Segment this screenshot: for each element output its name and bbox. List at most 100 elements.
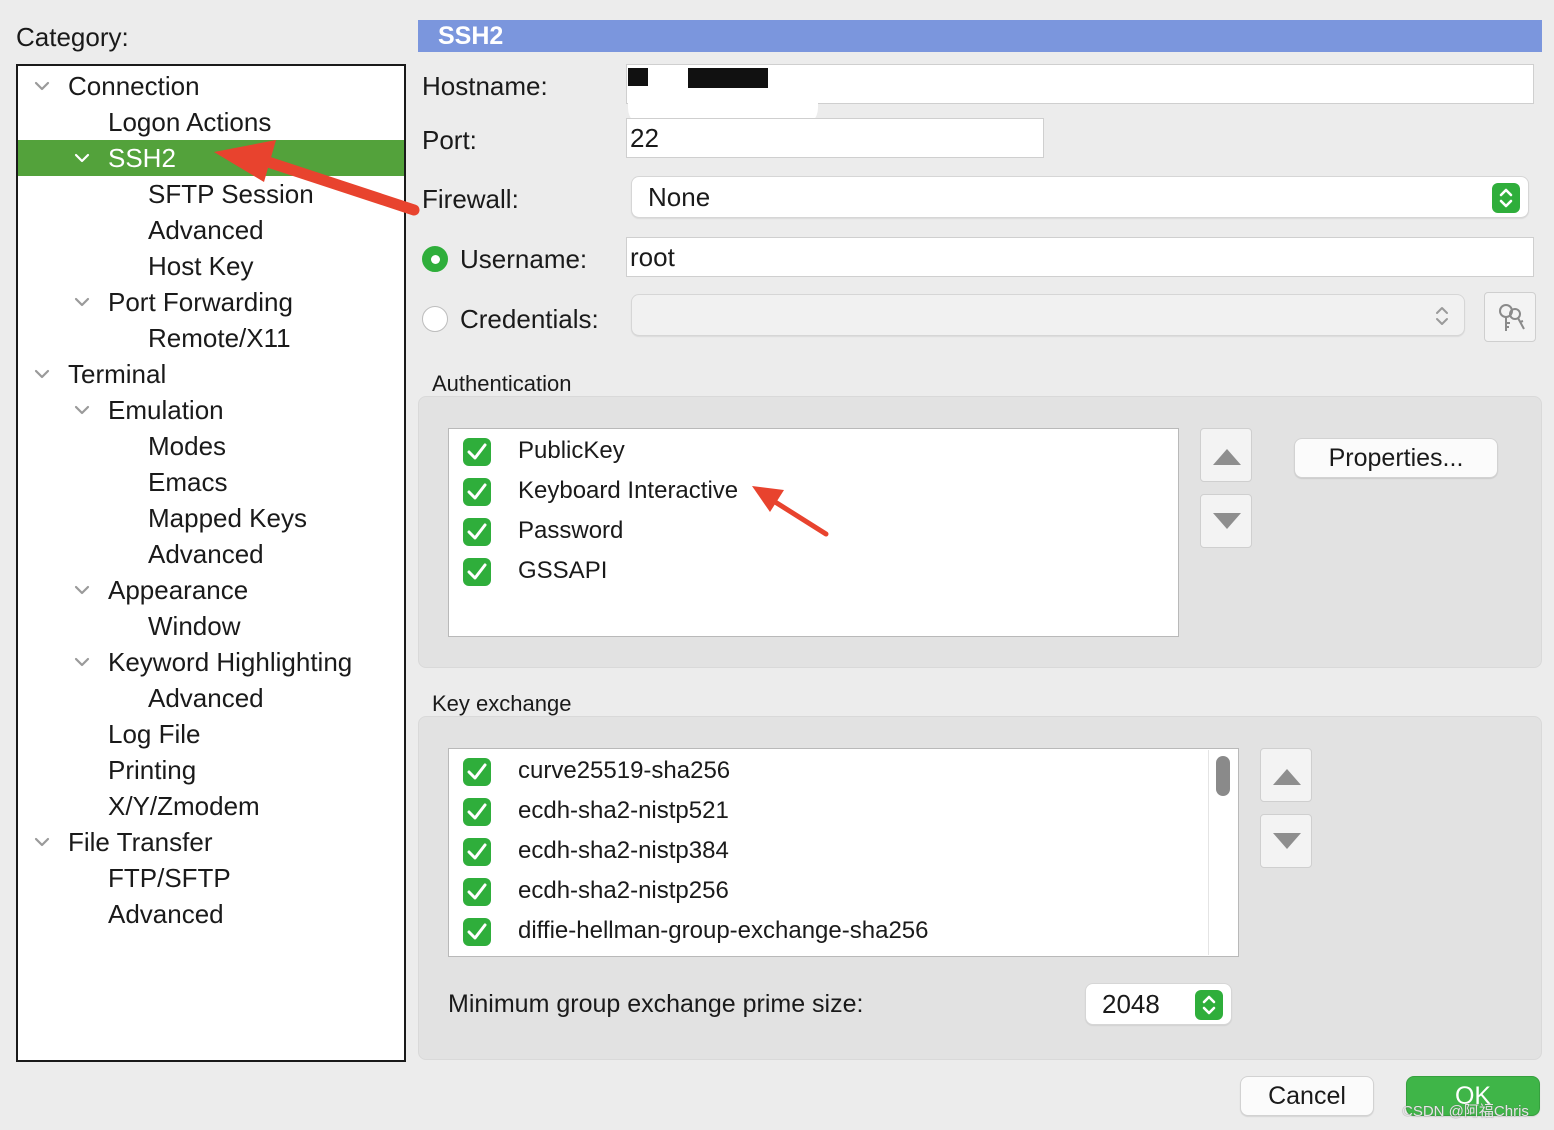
firewall-select[interactable]: None bbox=[631, 176, 1529, 218]
properties-button[interactable]: Properties... bbox=[1294, 438, 1498, 478]
auth-method-label: PublicKey bbox=[518, 437, 625, 464]
chevron-down-icon[interactable] bbox=[72, 140, 92, 176]
sidebar-item-label: Log File bbox=[108, 719, 201, 749]
checkbox[interactable] bbox=[463, 478, 491, 506]
kex-algorithm-label: diffie-hellman-group-exchange-sha256 bbox=[518, 917, 929, 944]
chevron-down-icon[interactable] bbox=[32, 68, 52, 104]
checkbox[interactable] bbox=[463, 518, 491, 546]
credentials-select[interactable] bbox=[631, 294, 1465, 336]
checkbox[interactable] bbox=[463, 838, 491, 866]
firewall-label: Firewall: bbox=[422, 184, 519, 214]
min-prime-value: 2048 bbox=[1102, 989, 1160, 1019]
up-triangle-icon bbox=[1273, 769, 1301, 785]
auth-method-label: Password bbox=[518, 517, 624, 544]
credentials-label: Credentials: bbox=[460, 304, 599, 334]
sidebar-item-label: Window bbox=[148, 611, 241, 641]
sidebar-item-keyword-highlighting[interactable]: Keyword Highlighting bbox=[18, 644, 404, 680]
sidebar-item-emulation[interactable]: Emulation bbox=[18, 392, 404, 428]
sidebar-item-ssh2[interactable]: SSH2 bbox=[18, 140, 404, 176]
sidebar-item-printing[interactable]: Printing bbox=[18, 752, 404, 788]
sidebar-item-sftp-session[interactable]: SFTP Session bbox=[18, 176, 404, 212]
chevron-down-icon[interactable] bbox=[32, 356, 52, 392]
sidebar-item-label: SFTP Session bbox=[148, 179, 314, 209]
sidebar-item-log-file[interactable]: Log File bbox=[18, 716, 404, 752]
sidebar-item-label: Advanced bbox=[108, 899, 224, 929]
sidebar-item-mapped-keys[interactable]: Mapped Keys bbox=[18, 500, 404, 536]
credentials-radio[interactable] bbox=[422, 306, 448, 332]
sidebar-item-label: Keyword Highlighting bbox=[108, 647, 353, 677]
kex-move-down-button[interactable] bbox=[1260, 814, 1312, 868]
sidebar-item-connection[interactable]: Connection bbox=[18, 68, 404, 104]
sidebar-item-advanced[interactable]: Advanced bbox=[18, 896, 404, 932]
sidebar-item-x-y-zmodem[interactable]: X/Y/Zmodem bbox=[18, 788, 404, 824]
sidebar-item-label: Port Forwarding bbox=[108, 287, 293, 317]
chevron-down-icon[interactable] bbox=[72, 644, 92, 680]
authentication-title: Authentication bbox=[432, 371, 572, 396]
category-label: Category: bbox=[16, 22, 129, 52]
panel-title: SSH2 bbox=[418, 20, 1542, 52]
sidebar-item-file-transfer[interactable]: File Transfer bbox=[18, 824, 404, 860]
min-prime-select[interactable]: 2048 bbox=[1085, 983, 1232, 1025]
down-triangle-icon bbox=[1213, 513, 1241, 529]
credentials-keys-button[interactable] bbox=[1484, 292, 1536, 342]
sidebar-item-logon-actions[interactable]: Logon Actions bbox=[18, 104, 404, 140]
redaction-mark bbox=[688, 68, 768, 88]
sidebar-item-terminal[interactable]: Terminal bbox=[18, 356, 404, 392]
checkbox[interactable] bbox=[463, 798, 491, 826]
sidebar-item-window[interactable]: Window bbox=[18, 608, 404, 644]
checkbox[interactable] bbox=[463, 878, 491, 906]
key-exchange-title: Key exchange bbox=[432, 691, 572, 716]
sidebar-item-advanced[interactable]: Advanced bbox=[18, 212, 404, 248]
checkbox[interactable] bbox=[463, 758, 491, 786]
sidebar-item-label: Modes bbox=[148, 431, 227, 461]
chevron-down-icon[interactable] bbox=[32, 824, 52, 860]
cancel-button[interactable]: Cancel bbox=[1240, 1076, 1374, 1116]
checkbox[interactable] bbox=[463, 918, 491, 946]
category-tree[interactable]: Connection Logon Actions SSH2 SFTP Session A… bbox=[16, 64, 406, 1062]
sidebar-item-label: Printing bbox=[108, 755, 197, 785]
sidebar-item-appearance[interactable]: Appearance bbox=[18, 572, 404, 608]
sidebar-item-label: Connection bbox=[68, 71, 200, 101]
sidebar-item-host-key[interactable]: Host Key bbox=[18, 248, 404, 284]
kex-algorithm-label: ecdh-sha2-nistp521 bbox=[518, 797, 729, 824]
sidebar-item-label: X/Y/Zmodem bbox=[108, 791, 260, 821]
sidebar-item-label: Appearance bbox=[108, 575, 249, 605]
scrollbar-thumb[interactable] bbox=[1216, 756, 1230, 796]
sidebar-item-emacs[interactable]: Emacs bbox=[18, 464, 404, 500]
sidebar-item-label: Remote/X11 bbox=[148, 323, 291, 353]
sidebar-item-label: Emulation bbox=[108, 395, 224, 425]
up-triangle-icon bbox=[1213, 449, 1241, 465]
chevron-down-icon[interactable] bbox=[72, 392, 92, 428]
kex-algorithm-label: ecdh-sha2-nistp256 bbox=[518, 877, 729, 904]
kex-move-up-button[interactable] bbox=[1260, 748, 1312, 802]
sidebar-item-ftp-sftp[interactable]: FTP/SFTP bbox=[18, 860, 404, 896]
authentication-list[interactable]: PublicKey Keyboard Interactive Password GSS… bbox=[448, 428, 1179, 637]
key-exchange-list[interactable]: curve25519-sha256 ecdh-sha2-nistp521 ecdh-… bbox=[448, 748, 1239, 957]
sidebar-item-advanced[interactable]: Advanced bbox=[18, 680, 404, 716]
username-radio[interactable] bbox=[422, 246, 448, 272]
sidebar-item-label: Logon Actions bbox=[108, 107, 272, 137]
username-label: Username: bbox=[460, 244, 588, 274]
port-label: Port: bbox=[422, 125, 477, 155]
sidebar-item-port-forwarding[interactable]: Port Forwarding bbox=[18, 284, 404, 320]
down-triangle-icon bbox=[1273, 833, 1301, 849]
auth-move-down-button[interactable] bbox=[1200, 494, 1252, 548]
checkbox[interactable] bbox=[463, 438, 491, 466]
sidebar-item-advanced[interactable]: Advanced bbox=[18, 536, 404, 572]
sidebar-item-label: Terminal bbox=[68, 359, 167, 389]
sidebar-item-remote-x11[interactable]: Remote/X11 bbox=[18, 320, 404, 356]
port-field[interactable]: 22 bbox=[626, 118, 1044, 158]
username-field[interactable]: root bbox=[626, 237, 1534, 277]
scrollbar-track bbox=[1208, 750, 1209, 955]
sidebar-item-label: Advanced bbox=[148, 215, 264, 245]
redaction-mark bbox=[628, 68, 648, 86]
chevron-down-icon[interactable] bbox=[72, 572, 92, 608]
sidebar-item-label: Host Key bbox=[148, 251, 254, 281]
auth-move-up-button[interactable] bbox=[1200, 428, 1252, 482]
watermark: CSDN @阿福Chris bbox=[1402, 1103, 1529, 1120]
checkbox[interactable] bbox=[463, 558, 491, 586]
firewall-value: None bbox=[648, 182, 711, 212]
sidebar-item-modes[interactable]: Modes bbox=[18, 428, 404, 464]
auth-method-label: Keyboard Interactive bbox=[518, 477, 739, 504]
chevron-down-icon[interactable] bbox=[72, 284, 92, 320]
